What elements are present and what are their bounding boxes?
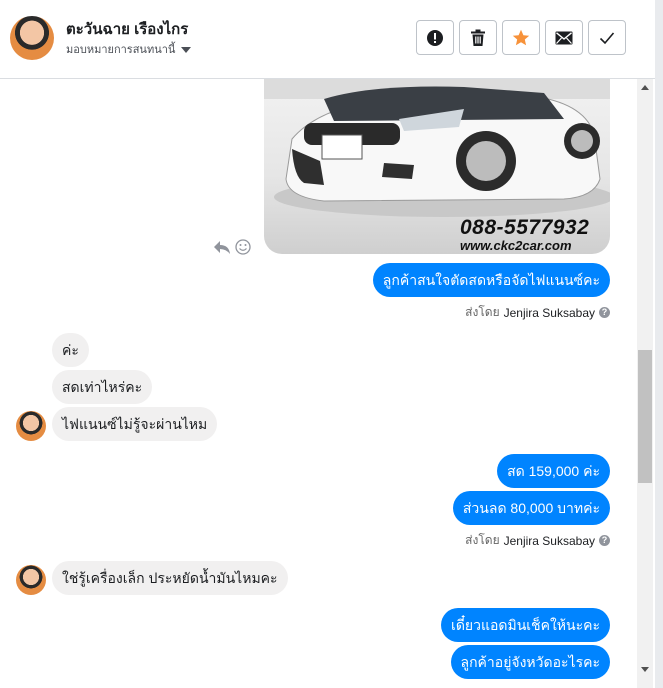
mail-icon (555, 31, 573, 44)
sent-by-info: ส่งโดย Jenjira Suksabay ? (465, 531, 610, 550)
sent-by-label: ส่งโดย (465, 305, 500, 319)
scroll-up-arrow-icon[interactable] (641, 85, 649, 90)
mark-spam-button[interactable] (416, 20, 454, 55)
message-outgoing[interactable]: สด 159,000 ค่ะ (497, 454, 610, 488)
delete-button[interactable] (459, 20, 497, 55)
panel-edge (655, 0, 663, 688)
sender-avatar[interactable] (16, 411, 46, 441)
scrollbar-thumb[interactable] (638, 350, 652, 483)
sent-by-name[interactable]: Jenjira Suksabay (504, 534, 595, 548)
message-outgoing[interactable]: ส่วนลด 80,000 บาทค่ะ (452, 491, 610, 525)
alert-icon (427, 29, 443, 46)
reply-icon[interactable] (213, 239, 231, 255)
mark-unread-button[interactable] (545, 20, 583, 55)
react-emoji-icon[interactable] (235, 239, 251, 255)
message-incoming[interactable]: สดเท่าไหร่คะ (52, 370, 153, 404)
star-icon (512, 29, 530, 45)
help-icon[interactable]: ? (599, 307, 610, 318)
watermark-website: www.ckc2car.com (460, 238, 572, 253)
conversation-header: ตะวันฉาย เรืองไกร มอบหมายการสนทนานี้ (0, 0, 655, 79)
caret-down-icon (181, 47, 192, 54)
assign-conversation-dropdown[interactable]: มอบหมายการสนทนานี้ (66, 40, 192, 58)
message-outgoing[interactable]: ลูกค้าสนใจตัดสดหรือจัดไฟแนนซ์คะ (372, 263, 610, 297)
mark-done-button[interactable] (588, 20, 626, 55)
help-icon[interactable]: ? (599, 535, 610, 546)
message-incoming[interactable]: ค่ะ (52, 333, 89, 367)
scroll-down-arrow-icon[interactable] (641, 667, 649, 672)
trash-icon (471, 29, 485, 46)
sent-by-info: ส่งโดย Jenjira Suksabay ? (465, 303, 610, 322)
message-incoming[interactable]: ใช่รู้เครื่องเล็ก ประหยัดน้ำมันไหมคะ (52, 561, 288, 595)
check-icon (599, 31, 615, 44)
sender-avatar[interactable] (16, 565, 46, 595)
star-button[interactable] (502, 20, 540, 55)
message-outgoing[interactable]: เดี๋ยวแอดมินเช็คให้นะคะ (441, 608, 610, 642)
contact-avatar[interactable] (10, 16, 54, 60)
assign-conversation-label: มอบหมายการสนทนานี้ (66, 44, 176, 56)
contact-name[interactable]: ตะวันฉาย เรืองไกร (66, 17, 188, 41)
sent-by-name[interactable]: Jenjira Suksabay (504, 306, 595, 320)
sent-by-label: ส่งโดย (465, 533, 500, 547)
message-incoming[interactable]: ไฟแนนซ์ไม่รู้จะผ่านไหม (52, 407, 218, 441)
watermark-phone: 088-5577932 (460, 216, 590, 239)
vertical-scrollbar[interactable] (637, 79, 653, 688)
car-photo-attachment[interactable]: 088-5577932 www.ckc2car.com (264, 79, 610, 254)
message-outgoing[interactable]: ลูกค้าอยู่จังหวัดอะไรคะ (450, 645, 610, 679)
